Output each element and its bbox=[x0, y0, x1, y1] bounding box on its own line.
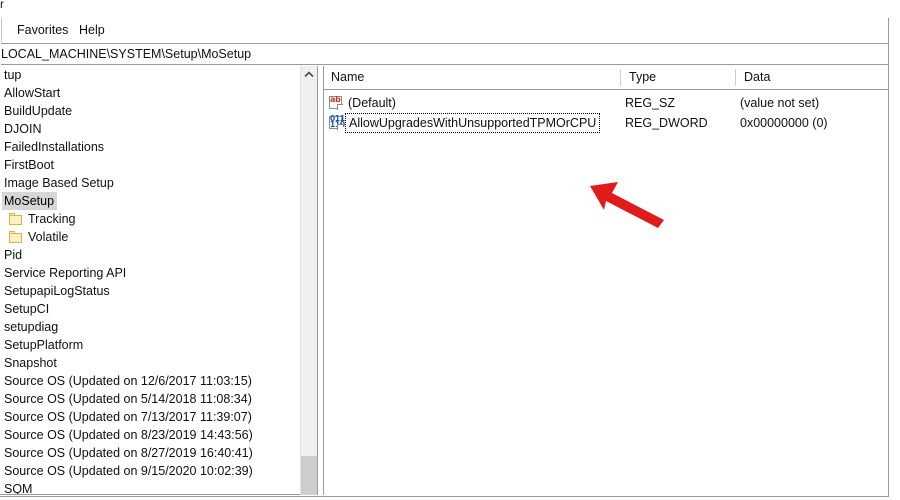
tree-item-label: tup bbox=[4, 68, 22, 82]
tree-item-service-reporting-api[interactable]: Service Reporting API bbox=[0, 264, 300, 282]
tree-item-source-os-updated-on-8-27-2019-16-40-41[interactable]: Source OS (Updated on 8/27/2019 16:40:41… bbox=[0, 444, 300, 462]
column-header-label: Name bbox=[331, 70, 365, 84]
tree-item-label: Image Based Setup bbox=[4, 176, 114, 190]
tree-item-failedinstallations[interactable]: FailedInstallations bbox=[0, 138, 300, 156]
tree-item-label: Source OS (Updated on 8/27/2019 16:40:41… bbox=[4, 446, 253, 460]
tree-item-tracking[interactable]: Tracking bbox=[0, 210, 300, 228]
registry-values-pane: Name Type Data ab (Default) REG_SZ (value not… bbox=[324, 66, 888, 495]
tree-item-source-os-updated-on-12-6-2017-11-03-15[interactable]: Source OS (Updated on 12/6/2017 11:03:15… bbox=[0, 372, 300, 390]
tree-item-allowstart[interactable]: AllowStart bbox=[0, 84, 300, 102]
value-name: AllowUpgradesWithUnsupportedTPMOrCPU bbox=[345, 113, 601, 133]
folder-icon bbox=[9, 231, 23, 243]
tree-item-label: MoSetup bbox=[2, 192, 58, 210]
address-path-text: LOCAL_MACHINE\SYSTEM\Setup\MoSetup bbox=[1, 47, 252, 61]
tree-item-firstboot[interactable]: FirstBoot bbox=[0, 156, 300, 174]
value-data: 0x00000000 (0) bbox=[740, 116, 828, 130]
menu-item-help[interactable]: Help bbox=[75, 21, 109, 39]
tree-item-djoin[interactable]: DJOIN bbox=[0, 120, 300, 138]
tree-item-label: SetupCI bbox=[4, 302, 50, 316]
window-title: r bbox=[0, 0, 4, 11]
title-bar: r bbox=[0, 0, 889, 18]
tree-item-label: Source OS (Updated on 5/14/2018 11:08:34… bbox=[4, 392, 252, 406]
tree-item-image-based-setup[interactable]: Image Based Setup bbox=[0, 174, 300, 192]
tree-item-label: AllowStart bbox=[4, 86, 61, 100]
value-row[interactable]: 011110AllowUpgradesWithUnsupportedTPMOrC… bbox=[324, 113, 888, 133]
tree-item-label: Source OS (Updated on 8/23/2019 14:43:56… bbox=[4, 428, 253, 442]
value-row[interactable]: ab (Default) REG_SZ (value not set) bbox=[324, 93, 888, 113]
registry-tree-pane: tup AllowStart BuildUpdate DJOIN FailedInsta… bbox=[0, 66, 317, 495]
tree-vertical-scrollbar[interactable] bbox=[300, 66, 317, 495]
tree-item-label: Snapshot bbox=[4, 356, 57, 370]
tree-item-label: Volatile bbox=[28, 230, 69, 244]
column-header-label: Type bbox=[629, 70, 657, 84]
tree-item-pid[interactable]: Pid bbox=[0, 246, 300, 264]
folder-icon bbox=[9, 213, 23, 225]
pane-splitter[interactable] bbox=[317, 66, 324, 495]
tree-item-label: SetupapiLogStatus bbox=[4, 284, 110, 298]
value-name: (Default) bbox=[348, 96, 396, 110]
tree-item-label: FailedInstallations bbox=[4, 140, 105, 154]
tree-item-label: FirstBoot bbox=[4, 158, 55, 172]
tree-item-source-os-updated-on-5-14-2018-11-08-34[interactable]: Source OS (Updated on 5/14/2018 11:08:34… bbox=[0, 390, 300, 408]
tree-item-label: SetupPlatform bbox=[4, 338, 84, 352]
tree-item-tup[interactable]: tup bbox=[0, 66, 300, 84]
menu-item-favorites[interactable]: Favorites bbox=[13, 21, 72, 39]
value-data: (value not set) bbox=[740, 96, 820, 110]
value-type: REG_DWORD bbox=[625, 116, 708, 130]
tree-item-source-os-updated-on-7-13-2017-11-39-07[interactable]: Source OS (Updated on 7/13/2017 11:39:07… bbox=[0, 408, 300, 426]
registry-tree-list: tup AllowStart BuildUpdate DJOIN FailedInsta… bbox=[0, 66, 300, 495]
tree-item-source-os-updated-on-9-15-2020-10-02-39[interactable]: Source OS (Updated on 9/15/2020 10:02:39… bbox=[0, 462, 300, 480]
tree-item-snapshot[interactable]: Snapshot bbox=[0, 354, 300, 372]
menu-bar: Favorites Help bbox=[1, 18, 888, 42]
tree-scrollbar-thumb[interactable] bbox=[301, 456, 317, 495]
string-value-icon: ab bbox=[328, 95, 344, 111]
chevron-up-icon[interactable] bbox=[301, 66, 317, 83]
tree-item-label: BuildUpdate bbox=[4, 104, 73, 118]
main-content: tup AllowStart BuildUpdate DJOIN FailedInsta… bbox=[0, 66, 888, 496]
address-bar[interactable]: LOCAL_MACHINE\SYSTEM\Setup\MoSetup bbox=[1, 43, 888, 65]
tree-item-label: setupdiag bbox=[4, 320, 59, 334]
tree-item-label: Source OS (Updated on 9/15/2020 10:02:39… bbox=[4, 464, 253, 478]
tree-item-source-os-updated-on-8-23-2019-14-43-56[interactable]: Source OS (Updated on 8/23/2019 14:43:56… bbox=[0, 426, 300, 444]
tree-item-setupapilogstatus[interactable]: SetupapiLogStatus bbox=[0, 282, 300, 300]
tree-item-volatile[interactable]: Volatile bbox=[0, 228, 300, 246]
tree-item-label: Pid bbox=[4, 248, 23, 262]
tree-item-sqm[interactable]: SQM bbox=[0, 480, 300, 495]
tree-item-buildupdate[interactable]: BuildUpdate bbox=[0, 102, 300, 120]
tree-item-label: Source OS (Updated on 12/6/2017 11:03:15… bbox=[4, 374, 252, 388]
column-header-label: Data bbox=[744, 70, 771, 84]
tree-item-mosetup[interactable]: MoSetup bbox=[0, 192, 300, 210]
tree-item-label: SQM bbox=[4, 482, 33, 495]
tree-item-label: DJOIN bbox=[4, 122, 42, 136]
column-divider[interactable] bbox=[735, 69, 736, 86]
tree-item-setupplatform[interactable]: SetupPlatform bbox=[0, 336, 300, 354]
column-divider[interactable] bbox=[620, 69, 621, 86]
tree-item-label: Tracking bbox=[28, 212, 76, 226]
tree-item-setupdiag[interactable]: setupdiag bbox=[0, 318, 300, 336]
value-type: REG_SZ bbox=[625, 96, 676, 110]
tree-item-setupci[interactable]: SetupCI bbox=[0, 300, 300, 318]
values-column-header: Name Type Data bbox=[324, 66, 888, 90]
registry-editor-window: r Favorites Help LOCAL_MACHINE\SYSTEM\Set… bbox=[0, 0, 889, 497]
dword-value-icon: 011110 bbox=[328, 115, 345, 131]
tree-item-label: Service Reporting API bbox=[4, 266, 127, 280]
tree-item-label: Source OS (Updated on 7/13/2017 11:39:07… bbox=[4, 410, 252, 424]
